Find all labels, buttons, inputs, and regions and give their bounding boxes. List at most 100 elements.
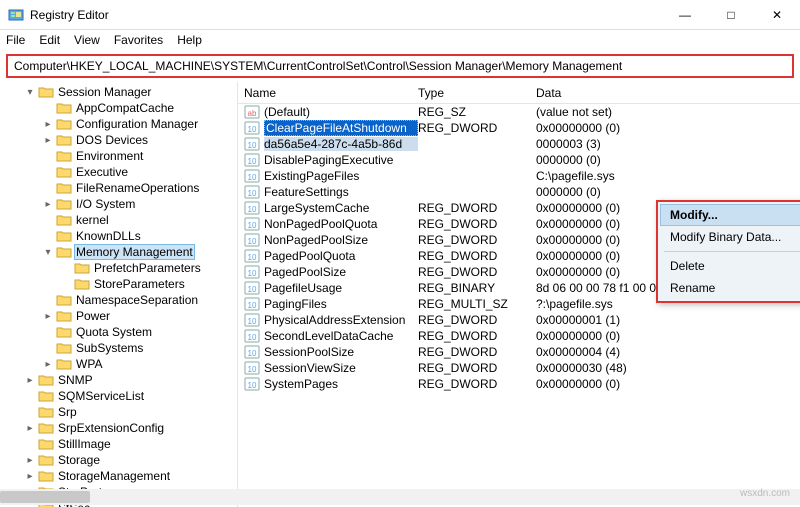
value-row[interactable]: 10da56a5e4-287c-4a5b-86d0000003 (3) xyxy=(238,136,800,152)
tree-item[interactable]: ▸DOS Devices xyxy=(0,132,237,148)
tree-item[interactable]: ▸SNMP xyxy=(0,372,237,388)
tree-item[interactable]: StoreParameters xyxy=(0,276,237,292)
tree-item[interactable]: ▸ Power xyxy=(0,308,237,324)
tree-item-label: SubSystems xyxy=(74,341,145,355)
chevron-right-icon[interactable]: ▸ xyxy=(42,311,54,322)
tree-item[interactable]: Srp xyxy=(0,404,237,420)
menubar: File Edit View Favorites Help xyxy=(0,30,800,50)
tree-item[interactable]: ▸StorageManagement xyxy=(0,468,237,484)
maximize-button[interactable]: □ xyxy=(708,0,754,29)
tree-item[interactable]: AppCompatCache xyxy=(0,100,237,116)
value-row[interactable]: 10ClearPageFileAtShutdownREG_DWORD0x0000… xyxy=(238,120,800,136)
value-type: REG_MULTI_SZ xyxy=(418,297,536,311)
tree-item[interactable]: ▾Memory Management xyxy=(0,244,237,260)
menu-file[interactable]: File xyxy=(6,33,25,47)
folder-icon xyxy=(38,437,54,451)
tree-item[interactable]: ▾Session Manager xyxy=(0,84,237,100)
value-type: REG_BINARY xyxy=(418,281,536,295)
value-name: SessionViewSize xyxy=(264,361,418,375)
value-row[interactable]: 10PhysicalAddressExtensionREG_DWORD0x000… xyxy=(238,312,800,328)
value-row[interactable]: 10FeatureSettings0000000 (0) xyxy=(238,184,800,200)
value-row[interactable]: 10SessionPoolSizeREG_DWORD0x00000004 (4) xyxy=(238,344,800,360)
binary-value-icon: 10 xyxy=(244,233,260,247)
tree-item[interactable]: PrefetchParameters xyxy=(0,260,237,276)
tree-item-label: AppCompatCache xyxy=(74,101,176,115)
ctx-delete[interactable]: Delete xyxy=(660,255,800,277)
ctx-rename[interactable]: Rename xyxy=(660,277,800,299)
chevron-right-icon[interactable]: ▸ xyxy=(42,199,54,210)
value-row[interactable]: 10DisablePagingExecutive0000000 (0) xyxy=(238,152,800,168)
value-list[interactable]: Name Type Data ab(Default)REG_SZ(value n… xyxy=(238,82,800,507)
value-type: REG_DWORD xyxy=(418,121,536,135)
value-name: SessionPoolSize xyxy=(264,345,418,359)
chevron-right-icon[interactable]: ▸ xyxy=(24,375,36,386)
ctx-separator xyxy=(664,251,800,252)
tree-item[interactable]: Environment xyxy=(0,148,237,164)
tree-item[interactable]: ▸Storage xyxy=(0,452,237,468)
tree-item[interactable]: NamespaceSeparation xyxy=(0,292,237,308)
tree-item[interactable]: SubSystems xyxy=(0,340,237,356)
tree-item[interactable]: KnownDLLs xyxy=(0,228,237,244)
menu-help[interactable]: Help xyxy=(177,33,202,47)
tree-item[interactable]: SQMServiceList xyxy=(0,388,237,404)
tree-item[interactable]: FileRenameOperations xyxy=(0,180,237,196)
minimize-button[interactable]: — xyxy=(662,0,708,29)
value-name: PagingFiles xyxy=(264,297,418,311)
menu-edit[interactable]: Edit xyxy=(39,33,60,47)
list-header[interactable]: Name Type Data xyxy=(238,82,800,104)
close-button[interactable]: ✕ xyxy=(754,0,800,29)
tree-item-label: WPA xyxy=(74,357,104,371)
tree-item[interactable]: ▸ WPA xyxy=(0,356,237,372)
value-name: SystemPages xyxy=(264,377,418,391)
tree-item[interactable]: ▸SrpExtensionConfig xyxy=(0,420,237,436)
chevron-right-icon[interactable]: ▸ xyxy=(24,471,36,482)
column-type[interactable]: Type xyxy=(418,86,536,100)
regedit-icon xyxy=(8,7,24,23)
address-bar[interactable]: Computer\HKEY_LOCAL_MACHINE\SYSTEM\Curre… xyxy=(6,54,794,78)
tree-item[interactable]: Executive xyxy=(0,164,237,180)
binary-value-icon: 10 xyxy=(244,153,260,167)
tree-item[interactable]: kernel xyxy=(0,212,237,228)
chevron-right-icon[interactable]: ▸ xyxy=(24,423,36,434)
svg-text:10: 10 xyxy=(248,349,257,358)
value-name: DisablePagingExecutive xyxy=(264,153,418,167)
value-data: 0x00000030 (48) xyxy=(536,361,800,375)
folder-icon xyxy=(74,277,90,291)
value-row[interactable]: 10SecondLevelDataCacheREG_DWORD0x0000000… xyxy=(238,328,800,344)
chevron-right-icon[interactable]: ▸ xyxy=(24,455,36,466)
folder-icon xyxy=(56,357,72,371)
tree-item-label: FileRenameOperations xyxy=(74,181,201,195)
binary-value-icon: 10 xyxy=(244,265,260,279)
key-tree[interactable]: ▾Session ManagerAppCompatCache▸Configura… xyxy=(0,82,238,507)
value-data: 0x00000000 (0) xyxy=(536,329,800,343)
column-name[interactable]: Name xyxy=(238,86,418,100)
binary-value-icon: 10 xyxy=(244,329,260,343)
chevron-down-icon[interactable]: ▾ xyxy=(42,247,54,258)
chevron-down-icon[interactable]: ▾ xyxy=(24,87,36,98)
chevron-right-icon[interactable]: ▸ xyxy=(42,119,54,130)
tree-item-label: Power xyxy=(74,309,112,323)
value-type: REG_DWORD xyxy=(418,201,536,215)
chevron-right-icon[interactable]: ▸ xyxy=(42,135,54,146)
value-row[interactable]: 10ExistingPageFilesC:\pagefile.sys xyxy=(238,168,800,184)
value-row[interactable]: ab(Default)REG_SZ(value not set) xyxy=(238,104,800,120)
folder-icon xyxy=(56,341,72,355)
value-data: 0x00000004 (4) xyxy=(536,345,800,359)
value-row[interactable]: 10SystemPagesREG_DWORD0x00000000 (0) xyxy=(238,376,800,392)
column-data[interactable]: Data xyxy=(536,86,800,100)
chevron-right-icon[interactable]: ▸ xyxy=(42,359,54,370)
menu-view[interactable]: View xyxy=(74,33,100,47)
svg-text:10: 10 xyxy=(248,141,257,150)
value-name: ExistingPageFiles xyxy=(264,169,418,183)
menu-favorites[interactable]: Favorites xyxy=(114,33,163,47)
tree-item[interactable]: ▸Configuration Manager xyxy=(0,116,237,132)
tree-item[interactable]: StillImage xyxy=(0,436,237,452)
tree-item[interactable]: Quota System xyxy=(0,324,237,340)
ctx-modify[interactable]: Modify... xyxy=(660,204,800,226)
value-row[interactable]: 10SessionViewSizeREG_DWORD0x00000030 (48… xyxy=(238,360,800,376)
folder-icon xyxy=(74,261,90,275)
tree-item[interactable]: ▸I/O System xyxy=(0,196,237,212)
tree-scrollbar[interactable] xyxy=(0,489,238,505)
ctx-modify-binary[interactable]: Modify Binary Data... xyxy=(660,226,800,248)
svg-text:10: 10 xyxy=(248,237,257,246)
